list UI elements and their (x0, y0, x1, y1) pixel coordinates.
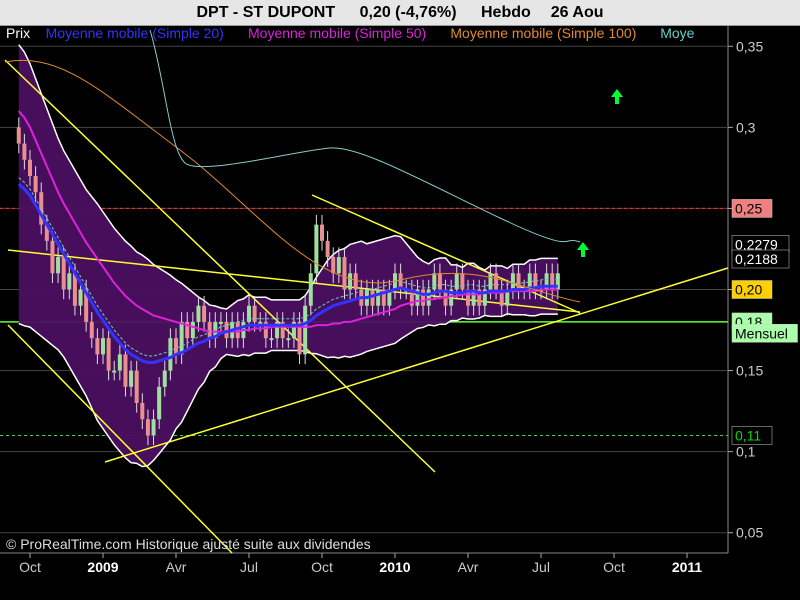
price-label-text: Mensuel (735, 325, 788, 341)
candle-body (129, 370, 134, 387)
candle-body (179, 321, 184, 355)
candle-body (421, 289, 426, 306)
candle-body (426, 289, 431, 306)
x-tick-label: Avr (166, 559, 187, 575)
candle-body (325, 240, 330, 258)
candle-body (134, 370, 139, 404)
candle-body (437, 273, 442, 290)
legend: Prix Moyenne mobile (Simple 20) Moyenne mo… (6, 25, 695, 41)
candle-body (123, 354, 128, 387)
candle-body (28, 159, 32, 176)
candle-body (331, 257, 336, 274)
candle-body (157, 386, 162, 420)
watermark: © ProRealTime.com Historique ajusté suit… (6, 536, 371, 552)
candle-body (303, 305, 308, 355)
legend-entry: Moyenne mobile (Simple 100) (450, 25, 636, 41)
x-tick-label: Oct (603, 559, 625, 575)
candle-body (67, 273, 72, 290)
candle-body (376, 289, 381, 306)
legend-entry: Moye (660, 25, 694, 41)
candle-body (16, 127, 21, 144)
candle-body (320, 224, 324, 241)
x-tick-label: Avr (458, 559, 479, 575)
candle-body (140, 403, 145, 420)
candle-body (207, 321, 212, 339)
candle-body (174, 338, 178, 355)
candle-body (112, 370, 117, 373)
legend-entry: Prix (6, 25, 30, 41)
candle-body (145, 419, 150, 436)
right-price-labels: 0,250,22790,21880,200,18Mensuel0,11 (731, 199, 798, 445)
candle-body (336, 257, 341, 274)
candle-body (117, 354, 122, 371)
candle-body (252, 305, 257, 322)
y-tick-label: 0,35 (736, 38, 763, 54)
candle-body (151, 419, 156, 436)
price-label-text: 0,11 (735, 427, 761, 443)
candle-body (454, 273, 459, 290)
x-tick-label: 2011 (672, 559, 703, 575)
candle-body (56, 257, 61, 274)
candle-body (510, 273, 515, 290)
x-tick-label: 2009 (87, 559, 118, 575)
candle-body (353, 273, 358, 290)
candle-body (342, 257, 347, 290)
candle-body (22, 143, 27, 160)
x-tick-label: Oct (311, 559, 333, 575)
x-tick-label: 2010 (379, 559, 410, 575)
x-axis: Oct 2009 Avr Jul Oct 2010 Avr Jul Oct 2011 (19, 553, 702, 575)
candle-body (78, 289, 83, 306)
candle-body (89, 321, 94, 339)
candle-body (106, 338, 111, 371)
y-tick-label: 0,15 (736, 363, 763, 379)
candle-body (168, 338, 173, 371)
candle-body (95, 338, 100, 355)
candle-body (218, 321, 223, 324)
candle-body (101, 338, 105, 355)
candle-body (190, 321, 195, 339)
x-tick-label: Jul (240, 559, 258, 575)
candle-body (50, 240, 55, 274)
legend-entry: Moyenne mobile (Simple 50) (248, 25, 426, 41)
candle-body (460, 273, 465, 290)
candle-body (516, 273, 521, 290)
candle-body (202, 305, 207, 322)
candle-body (308, 273, 313, 306)
candle-body (286, 338, 291, 341)
candle-body (314, 224, 319, 274)
candle-body (33, 175, 38, 193)
x-tick-label: Oct (19, 559, 41, 575)
candle-body (348, 273, 353, 290)
candle-body (494, 273, 499, 290)
x-tick-label: Jul (532, 559, 550, 575)
candle-body (269, 338, 274, 341)
candle-body (488, 273, 493, 290)
legend-entry: Moyenne mobile (Simple 20) (46, 25, 224, 41)
candle-body (196, 305, 201, 322)
price-label-text: 0,20 (735, 282, 762, 298)
candle-body (258, 321, 263, 324)
y-tick-label: 0,1 (736, 444, 756, 460)
price-label-text: 0,2188 (735, 251, 778, 267)
price-label-text: 0,25 (735, 200, 762, 216)
candle-body (61, 257, 66, 290)
y-tick-label: 0,05 (736, 525, 763, 541)
price-chart[interactable]: Prix Moyenne mobile (Simple 20) Moyenne mo… (0, 0, 800, 600)
candle-body (162, 370, 167, 387)
y-tick-label: 0,3 (736, 119, 756, 135)
